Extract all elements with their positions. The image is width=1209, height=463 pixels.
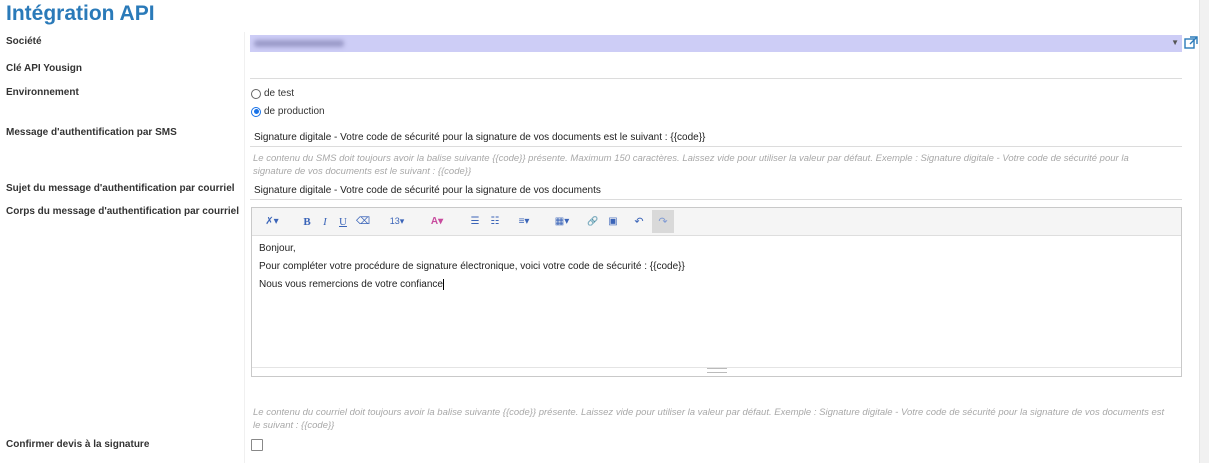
body-line-2: Pour compléter votre procédure de signat… — [259, 261, 685, 272]
editor-content[interactable]: Bonjour, Pour compléter votre procédure … — [259, 243, 685, 297]
text-cursor — [442, 279, 444, 290]
page-scrollbar[interactable] — [1199, 0, 1209, 463]
body-line-1: Bonjour, — [259, 243, 296, 254]
confirm-quote-checkbox[interactable] — [251, 439, 263, 451]
italic-button[interactable]: I — [318, 214, 332, 229]
sms-help-text: Le contenu du SMS doit toujours avoir la… — [253, 153, 1129, 177]
page-title: Intégration API — [6, 2, 155, 25]
font-color-icon[interactable]: A▾ — [422, 214, 452, 229]
env-production-radio[interactable] — [251, 106, 261, 117]
table-dropdown[interactable]: ▦▾ — [552, 214, 572, 229]
email-help-text: Le contenu du courriel doit toujours avo… — [253, 407, 1165, 431]
style-icon[interactable]: ✗▾ — [262, 214, 282, 229]
company-label: Société — [6, 36, 42, 47]
api-key-label: Clé API Yousign — [6, 63, 82, 74]
environment-label: Environnement — [6, 87, 79, 98]
env-test-label: de test — [264, 88, 295, 99]
company-value-blurred — [254, 40, 344, 47]
company-select[interactable]: ▼ — [250, 35, 1182, 52]
email-body-label: Corps du message d'authentification par … — [6, 206, 239, 217]
picture-icon[interactable]: ▣ — [606, 214, 620, 229]
sms-message-underline — [250, 146, 1182, 147]
env-test-radio[interactable] — [251, 88, 261, 99]
redo-icon[interactable]: ↷ — [652, 210, 674, 233]
unordered-list-icon[interactable]: ☰ — [468, 214, 482, 229]
email-subject-underline — [250, 199, 1182, 200]
env-production-label: de production — [264, 106, 325, 117]
external-link-icon[interactable] — [1184, 36, 1198, 50]
sms-message-label: Message d'authentification par SMS — [6, 127, 177, 138]
env-option-test[interactable]: de test — [251, 88, 294, 99]
env-option-production[interactable]: de production — [251, 106, 325, 117]
undo-icon[interactable]: ↶ — [632, 214, 646, 229]
align-dropdown[interactable]: ≡▾ — [514, 214, 534, 229]
font-size-dropdown[interactable]: 13▾ — [386, 214, 408, 229]
chevron-down-icon[interactable]: ▼ — [1171, 38, 1179, 47]
resize-handle[interactable] — [707, 368, 727, 373]
link-icon[interactable]: 🔗 — [586, 214, 600, 229]
sms-message-input[interactable]: Signature digitale - Votre code de sécur… — [254, 132, 705, 143]
ordered-list-icon[interactable]: ☷ — [488, 214, 502, 229]
confirm-quote-label: Confirmer devis à la signature — [6, 439, 150, 450]
email-body-editor[interactable]: ✗▾ B I U ⌫ 13▾ A▾ ☰ ☷ ≡▾ ▦▾ 🔗 ▣ ↶ ↷ Bonj… — [251, 207, 1182, 377]
eraser-icon[interactable]: ⌫ — [356, 214, 370, 229]
bold-button[interactable]: B — [300, 214, 314, 229]
email-subject-label: Sujet du message d'authentification par … — [6, 183, 235, 194]
api-key-input[interactable] — [250, 78, 1182, 79]
editor-toolbar: ✗▾ B I U ⌫ 13▾ A▾ ☰ ☷ ≡▾ ▦▾ 🔗 ▣ ↶ ↷ — [252, 208, 1181, 236]
label-column-divider — [244, 32, 245, 463]
body-line-3: Nous vous remercions de votre confiance — [259, 279, 685, 290]
email-subject-input[interactable]: Signature digitale - Votre code de sécur… — [254, 185, 601, 196]
body-line-3-text: Nous vous remercions de votre confiance — [259, 279, 443, 291]
underline-button[interactable]: U — [336, 214, 350, 229]
